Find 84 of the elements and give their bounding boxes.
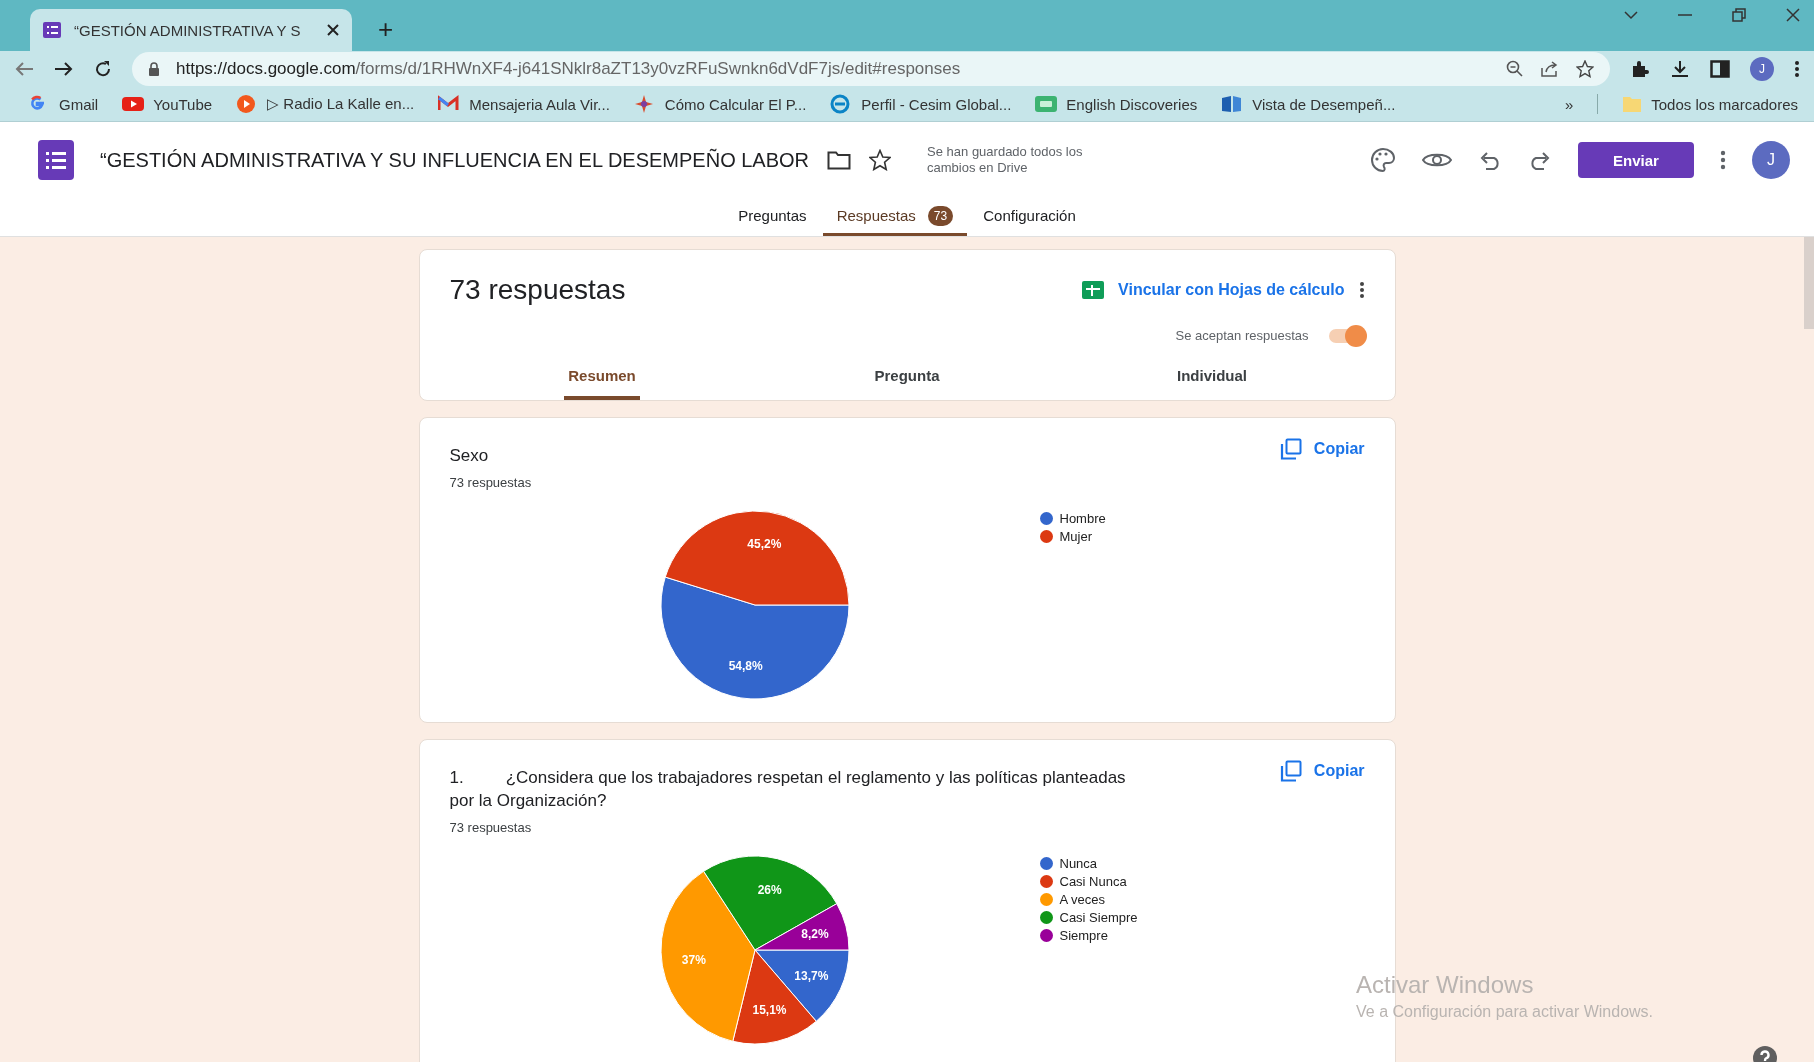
slice-label: 15,1% [751,1003,786,1018]
bookmark[interactable]: Mensajeria Aula Vir... [438,94,610,114]
form-tab[interactable]: Preguntas [724,198,821,236]
legend-label: Casi Nunca [1059,873,1127,889]
chevron-down-icon[interactable] [1624,10,1638,20]
redo-icon[interactable] [1528,150,1552,170]
app-icon [1035,94,1058,114]
close-icon[interactable] [1786,8,1800,22]
form-tab[interactable]: Configuración [969,198,1090,236]
restore-icon[interactable] [1732,8,1746,22]
url-text: https://docs.google.com/forms/d/1RHWnXF4-j641SNklr8aZT13y0vzRFuSwnkn6dVdF7js/edit#responses [176,59,962,79]
lock-icon [148,62,160,76]
folder-icon [1622,95,1643,113]
browser-tab[interactable]: “GESTIÓN ADMINISTRATIVA Y S [30,9,352,51]
share-icon[interactable] [1540,60,1560,78]
scrollbar-thumb[interactable] [1804,237,1814,329]
all-bookmarks-button[interactable]: Todos los marcadores [1622,95,1798,113]
link-sheets-button[interactable]: Vincular con Hojas de cálculo [1082,281,1345,299]
minimize-icon[interactable] [1678,13,1692,17]
bookmark[interactable]: YouTube [122,94,213,114]
response-count: 73 respuestas [449,475,533,490]
responses-title: 73 respuestas [449,274,627,306]
accepting-label: Se aceptan respuestas [1175,328,1309,343]
sheets-icon [1082,281,1105,299]
bookmark[interactable]: Perfil - Cesim Global... [830,94,1012,114]
legend-label: Hombre [1059,510,1106,526]
palette-icon[interactable] [1370,147,1396,173]
copy-icon [1279,760,1302,782]
slice-label: 13,7% [793,968,828,983]
zoom-out-icon[interactable] [1506,60,1524,78]
activation-text: Ve a Configuración para activar Windows. [1356,1003,1654,1021]
slice-label: 54,8% [728,659,763,674]
legend-label: A veces [1059,891,1106,907]
slice-label: 26% [757,882,782,897]
reload-icon[interactable] [94,60,112,78]
folder-icon[interactable] [827,150,852,170]
activation-title: Activar Windows [1356,971,1535,999]
close-icon[interactable] [326,23,340,37]
slice-label: 45,2% [746,536,781,551]
copy-button[interactable]: Copiar [1279,438,1365,460]
legend-label: Nunca [1059,855,1098,871]
bookmark[interactable]: English Discoveries [1035,94,1198,114]
count-badge: 73 [927,205,954,226]
slice-label: 8,2% [800,927,829,942]
star-icon[interactable] [1576,60,1594,78]
profile-avatar[interactable]: J [1752,141,1790,179]
profile-avatar[interactable]: J [1750,57,1774,81]
legend-label: Siempre [1059,927,1108,943]
overflow-button[interactable]: » [1564,95,1574,113]
puzzle-icon[interactable] [1630,59,1650,79]
forms-icon [42,20,62,40]
form-title[interactable]: “GESTIÓN ADMINISTRATIVA Y SU INFLUENCIA EN EL DESEMPEÑO LABOR [100,148,810,172]
back-icon[interactable] [14,61,34,77]
view-tab[interactable]: Pregunta [870,361,944,400]
tab-title: “GESTIÓN ADMINISTRATIVA Y S [74,21,302,39]
slice-label: 37% [681,953,706,968]
copy-button[interactable]: Copiar [1279,760,1365,782]
more-icon[interactable] [1720,150,1726,170]
question-title: Sexo [449,445,489,467]
response-count: 73 respuestas [449,820,533,835]
new-tab-button[interactable]: + [372,14,400,45]
video-play-icon [122,94,145,114]
copy-icon [1279,438,1302,460]
legend-label: Casi Siempre [1059,909,1138,925]
view-tab[interactable]: Individual [1173,361,1251,400]
forms-logo-icon[interactable] [38,140,74,180]
bookmark[interactable]: ▷ Radio La Kalle en... [236,94,415,114]
more-icon[interactable] [1358,281,1365,299]
book-icon [1221,94,1244,114]
side-panel-icon[interactable] [1710,60,1730,78]
download-icon[interactable] [1670,59,1690,79]
forward-icon[interactable] [54,61,74,77]
bookmark[interactable]: Cómo Calcular El P... [633,94,807,114]
save-status: Se han guardado todos los cambios en Drive [927,144,1084,176]
bookmark[interactable]: Vista de Desempeñ... [1221,94,1396,114]
address-bar[interactable]: https://docs.google.com/forms/d/1RHWnXF4-j641SNklr8aZT13y0vzRFuSwnkn6dVdF7js/edit#responses [132,52,1610,86]
legend-label: Mujer [1059,528,1092,544]
view-tab[interactable]: Resumen [564,361,640,400]
bookmark[interactable]: Gmail [28,94,99,114]
more-icon[interactable] [1794,60,1800,78]
undo-icon[interactable] [1478,150,1502,170]
star-icon[interactable] [869,149,892,171]
question-title: 1. ¿Considera que los trabajadores respetan el reglamento y las políticas planteadas por la Organización? [449,767,1127,812]
send-button[interactable]: Enviar [1578,142,1694,178]
